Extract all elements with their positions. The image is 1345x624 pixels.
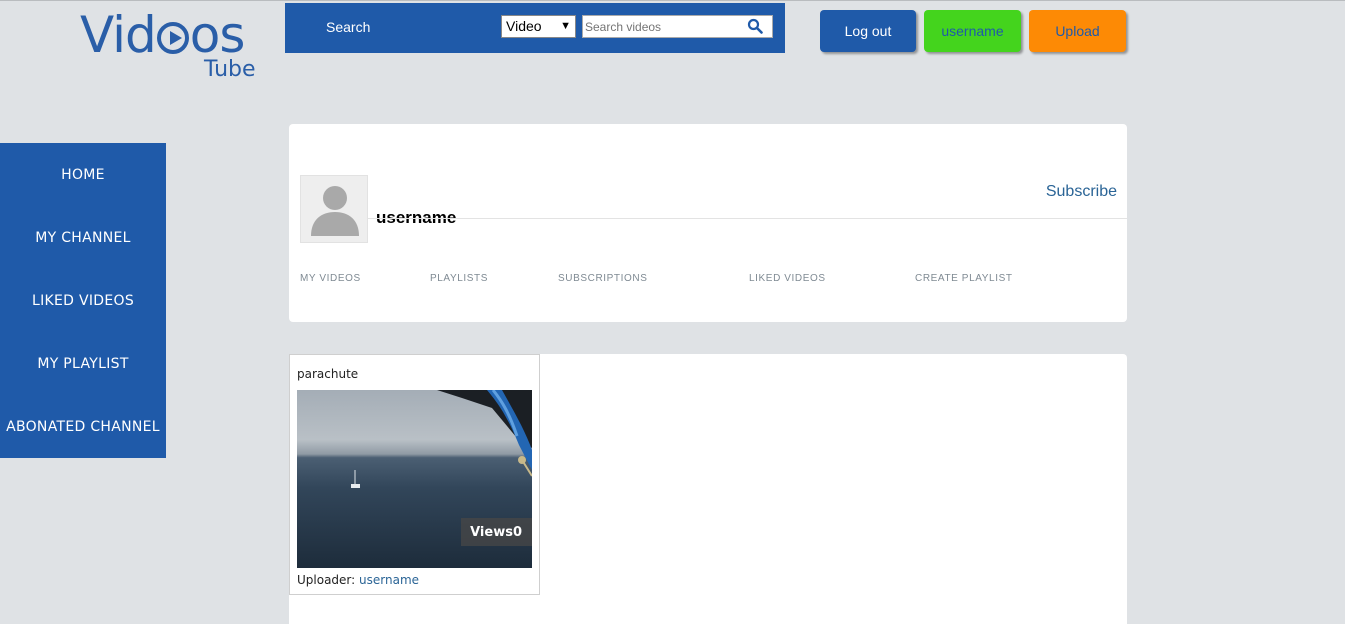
sidebar-item-abonated-channel[interactable]: ABONATED CHANNEL bbox=[0, 395, 166, 458]
tab-playlists[interactable]: PLAYLISTS bbox=[430, 273, 488, 284]
tab-my-videos[interactable]: MY VIDEOS bbox=[300, 273, 361, 284]
upload-button[interactable]: Upload bbox=[1029, 10, 1126, 52]
user-silhouette-icon bbox=[311, 186, 359, 236]
logo-subtitle: Tube bbox=[204, 57, 256, 82]
subscribe-button[interactable]: Subscribe bbox=[1046, 183, 1117, 201]
uploader-label: Uploader: bbox=[297, 573, 356, 587]
tab-liked-videos[interactable]: LIKED VIDEOS bbox=[749, 273, 826, 284]
sidebar-item-liked-videos[interactable]: LIKED VIDEOS bbox=[0, 269, 166, 332]
channel-header-card: username Subscribe MY VIDEOS PLAYLISTS S… bbox=[289, 124, 1127, 322]
user-profile-button[interactable]: username bbox=[924, 10, 1021, 52]
uploader-link[interactable]: username bbox=[359, 573, 419, 587]
search-label: Search bbox=[326, 19, 371, 35]
play-circle-icon bbox=[156, 22, 189, 54]
search-type-value: Video bbox=[506, 18, 542, 34]
sidebar-item-home[interactable]: HOME bbox=[0, 143, 166, 206]
dropdown-arrow-icon: ▼ bbox=[560, 20, 571, 32]
video-card[interactable]: parachute Views0 Uploader: username bbox=[289, 354, 540, 595]
video-title[interactable]: parachute bbox=[297, 367, 358, 381]
videos-tube-logo[interactable]: Vid os Tube bbox=[80, 9, 265, 84]
search-input[interactable] bbox=[582, 15, 773, 38]
tab-subscriptions[interactable]: SUBSCRIPTIONS bbox=[558, 273, 647, 284]
uploader-info: Uploader: username bbox=[297, 573, 419, 587]
logout-button[interactable]: Log out bbox=[820, 10, 916, 52]
avatar bbox=[300, 175, 368, 243]
views-badge: Views0 bbox=[461, 518, 532, 546]
search-bar: Search Video ▼ bbox=[285, 3, 785, 53]
search-icon[interactable] bbox=[747, 18, 763, 34]
sidebar-nav: HOME MY CHANNEL LIKED VIDEOS MY PLAYLIST… bbox=[0, 143, 166, 458]
search-type-select[interactable]: Video ▼ bbox=[501, 15, 576, 38]
sidebar-item-my-playlist[interactable]: MY PLAYLIST bbox=[0, 332, 166, 395]
tab-create-playlist[interactable]: CREATE PLAYLIST bbox=[915, 273, 1013, 284]
logo-wordmark: Vid os bbox=[80, 6, 245, 64]
sidebar-item-my-channel[interactable]: MY CHANNEL bbox=[0, 206, 166, 269]
header-divider bbox=[368, 218, 1127, 219]
video-thumbnail[interactable]: Views0 bbox=[297, 390, 532, 568]
videos-panel: parachute Views0 Uploader: username bbox=[289, 354, 1127, 624]
